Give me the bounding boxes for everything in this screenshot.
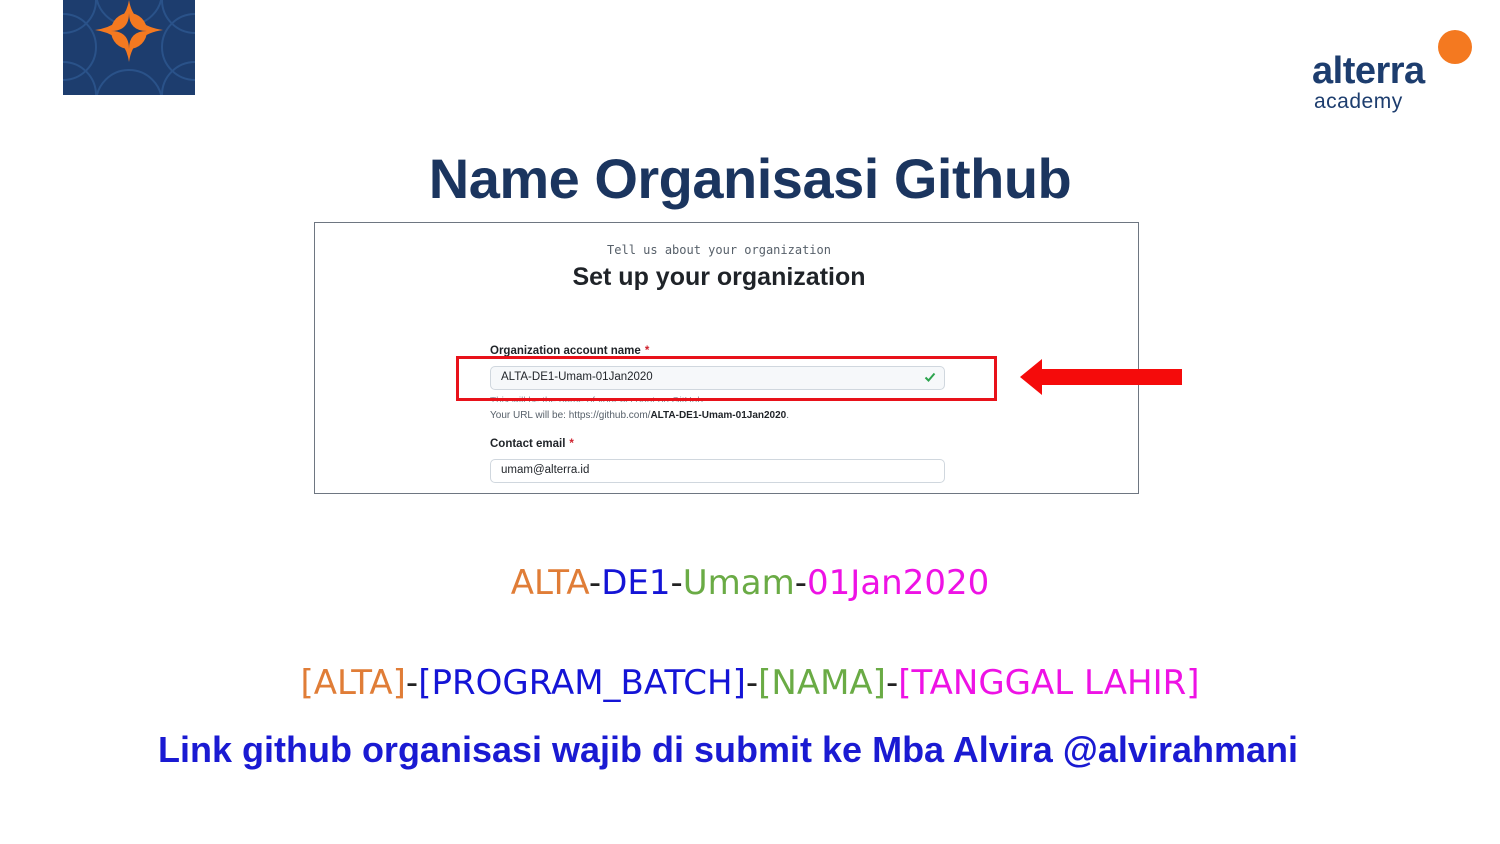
arrow-left-icon: [1020, 359, 1182, 395]
brand-name: alterra: [1312, 50, 1425, 92]
logo-pattern-tile: [63, 0, 195, 95]
contact-email-label-text: Contact email: [490, 438, 566, 450]
org-url-hint: Your URL will be: https://github.com/ALT…: [490, 410, 789, 421]
template-part-name: [NAMA]: [758, 663, 886, 703]
url-org-name: ALTA-DE1-Umam-01Jan2020: [650, 410, 787, 421]
brand-subtitle: academy: [1314, 90, 1403, 113]
brand-dot-icon: [1438, 30, 1472, 64]
template-separator: -: [885, 663, 899, 703]
example-separator: -: [588, 563, 602, 603]
example-part-program: DE1: [601, 563, 671, 603]
submission-note: Link github organisasi wajib di submit k…: [157, 729, 1298, 770]
example-separator: -: [670, 563, 683, 603]
template-separator: -: [745, 663, 759, 703]
template-part-alta: [ALTA]: [300, 663, 406, 703]
setup-title: Set up your organization: [572, 263, 866, 291]
template-part-date: [TANGGAL LAHIR]: [898, 663, 1200, 703]
github-setup-screenshot: Tell us about your organization Set up y…: [314, 222, 1139, 494]
alterra-academy-logo: alterra academy: [1312, 30, 1472, 120]
contact-email-value: umam@alterra.id: [501, 464, 590, 476]
example-org-name: ALTA-DE1-Umam-01Jan2020: [0, 563, 1500, 603]
template-part-program: [PROGRAM_BATCH]: [418, 663, 746, 703]
org-name-template: [ALTA]-[PROGRAM_BATCH]-[NAMA]-[TANGGAL L…: [0, 663, 1500, 703]
url-suffix: .: [786, 410, 790, 421]
url-prefix: Your URL will be: https://github.com/: [490, 410, 651, 421]
template-separator: -: [405, 663, 419, 703]
example-part-date: 01Jan2020: [807, 563, 990, 603]
page-title: Name Organisasi Github: [428, 147, 1072, 210]
setup-subtitle: Tell us about your organization: [607, 243, 831, 257]
example-part-alta: ALTA: [510, 563, 589, 603]
example-part-name: Umam: [682, 563, 795, 603]
highlight-box: [456, 356, 997, 401]
contact-email-input[interactable]: umam@alterra.id: [490, 459, 945, 483]
contact-email-label: Contact email *: [490, 438, 574, 450]
example-separator: -: [794, 563, 808, 603]
required-marker: *: [569, 438, 574, 450]
